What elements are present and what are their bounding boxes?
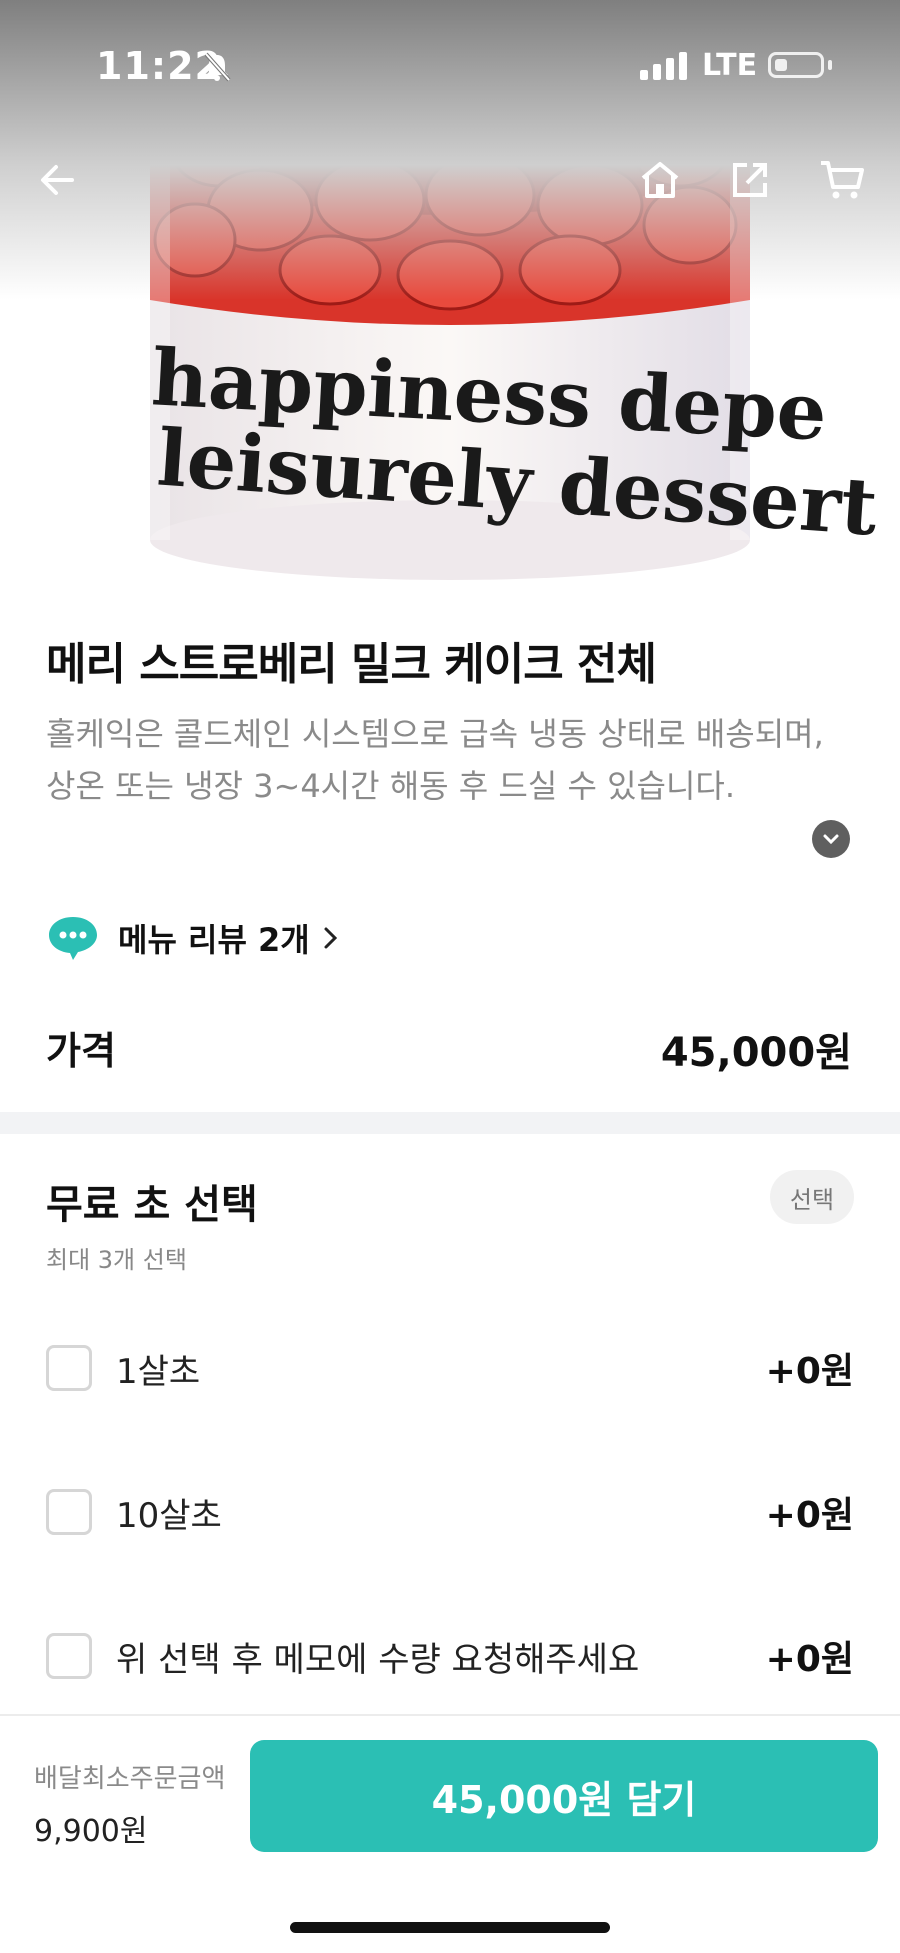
product-title: 메리 스트로베리 밀크 케이크 전체 <box>46 639 657 690</box>
network-type: LTE <box>702 48 758 83</box>
cart-button[interactable] <box>812 150 872 210</box>
bottom-order-bar: 배달최소주문금액 9,900원 45,000원 담기 <box>0 1714 900 1953</box>
option-checkbox[interactable] <box>46 1345 92 1391</box>
option-price: +0원 <box>765 1639 854 1680</box>
option-group-subtitle: 최대 3개 선택 <box>46 1246 187 1274</box>
option-optional-badge: 선택 <box>770 1170 854 1224</box>
battery-icon <box>768 52 824 78</box>
option-row-3[interactable]: 위 선택 후 메모에 수량 요청해주세요 +0원 <box>46 1626 854 1686</box>
price-label: 가격 <box>46 1029 116 1073</box>
share-button[interactable] <box>720 150 780 210</box>
option-price: +0원 <box>765 1351 854 1392</box>
add-to-cart-button[interactable]: 45,000원 담기 <box>250 1740 878 1852</box>
option-checkbox[interactable] <box>46 1633 92 1679</box>
option-label: 10살초 <box>116 1495 222 1536</box>
home-button[interactable] <box>630 150 690 210</box>
review-count-label: 메뉴 리뷰 2개 <box>118 921 310 959</box>
price-value: 45,000원 <box>660 1030 852 1076</box>
min-order-value: 9,900원 <box>34 1814 148 1849</box>
home-icon <box>641 162 679 198</box>
option-row-1[interactable]: 1살초 +0원 <box>46 1338 854 1398</box>
expand-description-button[interactable] <box>812 820 850 858</box>
back-button[interactable] <box>28 150 88 210</box>
option-row-2[interactable]: 10살초 +0원 <box>46 1482 854 1542</box>
min-order-label: 배달최소주문금액 <box>34 1764 226 1794</box>
chevron-down-icon <box>823 834 839 845</box>
option-label: 1살초 <box>116 1351 201 1392</box>
option-price: +0원 <box>765 1495 854 1536</box>
review-bubble-icon <box>49 917 97 960</box>
chevron-right-icon <box>324 927 337 949</box>
option-checkbox[interactable] <box>46 1489 92 1535</box>
status-bar: 11:22 LTE <box>0 38 900 98</box>
option-group-title: 무료 초 선택 <box>46 1182 258 1228</box>
battery-tip <box>828 60 832 70</box>
home-indicator <box>290 1922 610 1933</box>
cart-icon <box>821 161 864 199</box>
share-icon <box>733 163 767 197</box>
cellular-signal-icon <box>640 52 690 84</box>
menu-review-link[interactable]: 메뉴 리뷰 2개 <box>46 908 340 968</box>
option-label: 위 선택 후 메모에 수량 요청해주세요 <box>116 1639 640 1680</box>
back-arrow-icon <box>41 165 74 195</box>
section-divider <box>0 1112 900 1134</box>
silent-bell-icon <box>200 50 234 84</box>
product-description: 홀케익은 콜드체인 시스템으로 급속 냉동 상태로 배송되며, 상온 또는 냉장… <box>46 715 824 805</box>
